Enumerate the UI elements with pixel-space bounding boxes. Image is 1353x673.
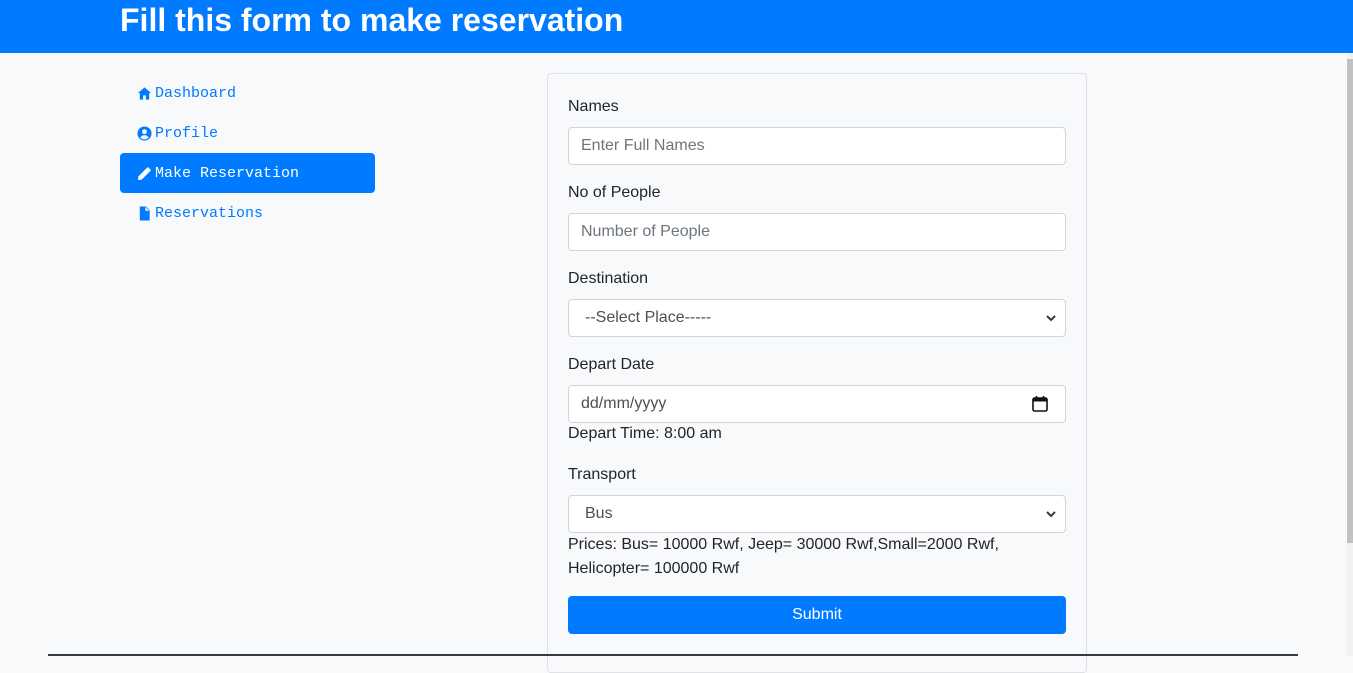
date-placeholder: dd/mm/yyyy xyxy=(581,395,667,412)
home-icon xyxy=(136,85,152,101)
sidebar-item-reservations[interactable]: Reservations xyxy=(120,193,375,233)
sidebar-item-dashboard[interactable]: Dashboard xyxy=(120,73,375,113)
names-input[interactable] xyxy=(568,127,1066,165)
chevron-down-icon xyxy=(1046,511,1056,518)
sidebar-item-label: Dashboard xyxy=(155,84,237,102)
pencil-icon xyxy=(136,165,152,181)
depart-date-input[interactable]: dd/mm/yyyy xyxy=(568,385,1066,423)
sidebar-item-profile[interactable]: Profile xyxy=(120,113,375,153)
people-label: No of People xyxy=(568,184,661,201)
scrollbar-thumb[interactable] xyxy=(1347,59,1353,543)
prices-text-line2: Helicopter= 100000 Rwf xyxy=(568,560,740,577)
submit-button[interactable]: Submit xyxy=(568,596,1066,634)
names-label: Names xyxy=(568,98,619,115)
transport-selected-value: Bus xyxy=(585,505,613,522)
transport-label: Transport xyxy=(568,466,636,483)
destination-label: Destination xyxy=(568,270,649,287)
calendar-icon[interactable] xyxy=(1031,395,1049,413)
file-icon xyxy=(136,205,152,221)
sidebar-nav: Dashboard Profile Make Reservation Reser… xyxy=(120,73,375,233)
people-input[interactable] xyxy=(568,213,1066,251)
sidebar-item-label: Make Reservation xyxy=(155,164,300,182)
depart-time-text: Depart Time: 8:00 am xyxy=(568,425,722,442)
user-circle-icon xyxy=(136,125,152,141)
sidebar-item-label: Profile xyxy=(155,124,219,142)
transport-select[interactable]: Bus xyxy=(568,495,1066,533)
depart-date-label: Depart Date xyxy=(568,356,655,373)
reservation-form: Names No of People Destination --Select … xyxy=(547,73,1087,673)
sidebar-item-make-reservation[interactable]: Make Reservation xyxy=(120,153,375,193)
page-header: Fill this form to make reservation xyxy=(0,0,1353,53)
page-title: Fill this form to make reservation xyxy=(120,2,624,38)
chevron-down-icon xyxy=(1046,315,1056,322)
destination-selected-value: --Select Place----- xyxy=(585,309,712,326)
destination-select[interactable]: --Select Place----- xyxy=(568,299,1066,337)
scrollbar[interactable] xyxy=(1347,53,1353,656)
sidebar-item-label: Reservations xyxy=(155,204,264,222)
prices-text-line1: Prices: Bus= 10000 Rwf, Jeep= 30000 Rwf,… xyxy=(568,536,999,553)
